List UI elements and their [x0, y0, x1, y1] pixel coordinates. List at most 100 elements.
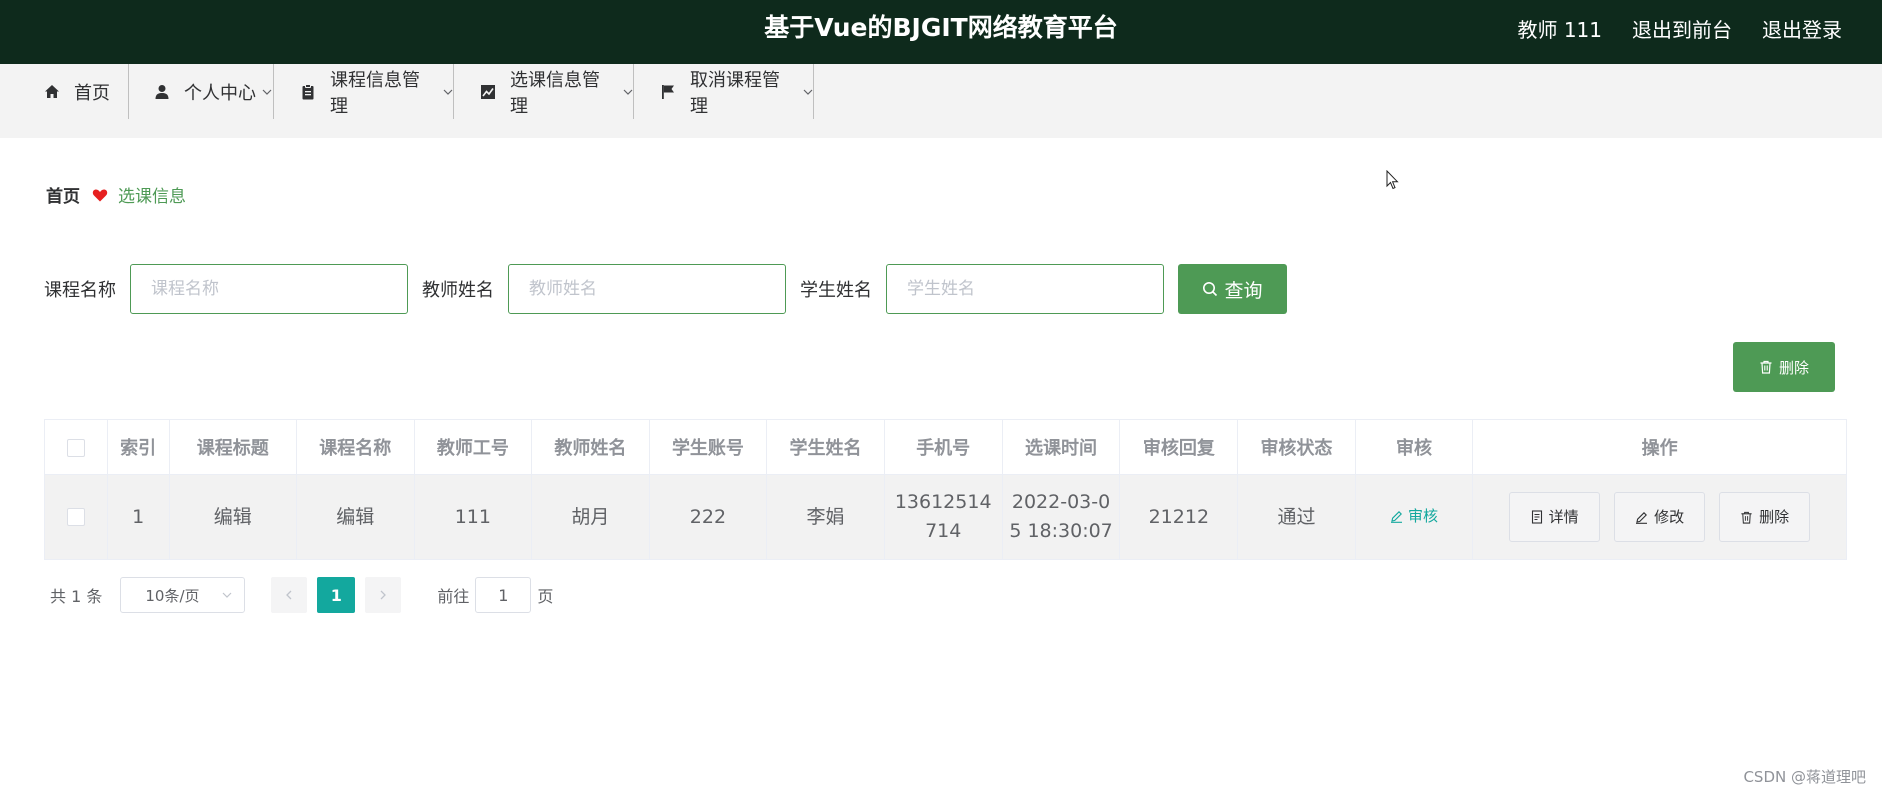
chart-icon	[480, 84, 496, 100]
header-actions: 教师 111 退出到前台 退出登录	[1517, 0, 1842, 56]
chevron-right-icon	[380, 590, 387, 600]
column-header: 教师工号	[413, 419, 533, 475]
chevron-down-icon	[222, 590, 232, 600]
cell-teacher-name: 胡月	[531, 474, 650, 560]
goto-suffix: 页	[537, 587, 554, 606]
prev-page-button[interactable]	[271, 577, 308, 613]
row-checkbox[interactable]	[66, 508, 85, 526]
edit-label: 修改	[1654, 507, 1685, 526]
nav-item-course-info[interactable]: 课程信息管理	[274, 64, 454, 119]
column-header: 审核	[1354, 419, 1474, 475]
audit-button[interactable]: 审核	[1390, 502, 1438, 531]
query-button-label: 查询	[1224, 279, 1263, 302]
time-line-2: 5 18:30:07	[1009, 520, 1113, 542]
column-header: 学生账号	[648, 419, 768, 475]
cell-teacher-id: 111	[413, 474, 533, 560]
teacher-name-input[interactable]	[508, 264, 786, 314]
teacher-name-label: 教师姓名	[422, 280, 494, 301]
pencil-icon	[1635, 511, 1648, 524]
cell-actions: 详情 修改 删除	[1472, 474, 1847, 560]
total-count: 共 1 条	[50, 587, 103, 606]
pagination: 共 1 条 10条/页 1 前往 页	[50, 577, 553, 613]
chevron-down-icon	[443, 87, 453, 97]
cell-selection-time: 2022-03-0 5 18:30:07	[1001, 474, 1121, 560]
column-header: 课程标题	[168, 419, 298, 475]
chevron-down-icon	[262, 87, 272, 97]
flag-icon	[660, 84, 676, 100]
nav-item-selection-info[interactable]: 选课信息管理	[454, 64, 634, 119]
breadcrumb-current: 选课信息	[118, 187, 186, 207]
select-all-checkbox[interactable]	[66, 438, 85, 457]
cell-audit-reply: 21212	[1119, 474, 1239, 560]
edit-button[interactable]: 修改	[1614, 492, 1706, 542]
breadcrumb: 首页 选课信息	[46, 182, 186, 207]
trash-icon	[1759, 360, 1773, 374]
clipboard-icon	[300, 83, 316, 100]
nav-item-personal[interactable]: 个人中心	[130, 64, 274, 119]
detail-button[interactable]: 详情	[1509, 492, 1601, 542]
cell-index: 1	[106, 474, 170, 560]
column-header: 审核状态	[1237, 419, 1356, 475]
mouse-cursor-icon	[1386, 169, 1400, 194]
cell-course-name: 编辑	[296, 474, 415, 560]
chevron-down-icon	[803, 87, 813, 97]
column-header: 选课时间	[1001, 419, 1121, 475]
select-all-cell	[44, 419, 108, 475]
main-nav: 首页 个人中心 课程信息管理 选课信息管理 取消课程管理	[0, 64, 1882, 138]
delete-button[interactable]: 删除	[1719, 492, 1811, 542]
course-name-label: 课程名称	[44, 280, 116, 301]
column-header: 审核回复	[1119, 419, 1239, 475]
phone-line-2: 714	[925, 520, 962, 542]
next-page-button[interactable]	[365, 577, 402, 613]
chevron-left-icon	[286, 590, 292, 600]
row-select-cell	[44, 474, 108, 560]
nav-label: 选课信息管理	[510, 69, 600, 117]
cell-student-name: 李娟	[766, 474, 885, 560]
goto-page-input[interactable]	[475, 577, 532, 613]
course-name-input[interactable]	[130, 264, 408, 314]
student-name-label: 学生姓名	[800, 280, 872, 301]
goto-prefix: 前往	[437, 587, 470, 606]
nav-label: 课程信息管理	[330, 69, 420, 117]
table-header-row: 索引 课程标题 课程名称 教师工号 教师姓名 学生账号 学生姓名 手机号 选课时…	[44, 419, 1847, 475]
column-header: 索引	[106, 419, 170, 475]
user-icon	[154, 84, 170, 100]
pencil-icon	[1390, 510, 1403, 523]
selection-table: 索引 课程标题 课程名称 教师工号 教师姓名 学生账号 学生姓名 手机号 选课时…	[44, 419, 1847, 560]
query-button[interactable]: 查询	[1178, 264, 1287, 314]
chevron-down-icon	[623, 87, 633, 97]
exit-to-front-link[interactable]: 退出到前台	[1632, 14, 1732, 43]
column-header: 教师姓名	[531, 419, 650, 475]
search-bar: 课程名称 教师姓名 学生姓名 查询	[44, 264, 1287, 314]
student-name-input[interactable]	[886, 264, 1164, 314]
page-size-select[interactable]: 10条/页	[120, 577, 246, 613]
trash-icon	[1740, 511, 1753, 524]
cell-course-title: 编辑	[168, 474, 298, 560]
phone-line-1: 13612514	[894, 491, 992, 513]
column-header: 手机号	[883, 419, 1003, 475]
nav-label: 个人中心	[184, 82, 256, 104]
column-header: 操作	[1472, 419, 1847, 475]
audit-label: 审核	[1407, 507, 1438, 525]
home-icon	[44, 84, 60, 100]
nav-item-cancel-course[interactable]: 取消课程管理	[634, 64, 814, 119]
breadcrumb-home[interactable]: 首页	[46, 182, 80, 207]
cell-audit-status: 通过	[1237, 474, 1356, 560]
logout-link[interactable]: 退出登录	[1762, 14, 1842, 43]
cell-audit: 审核	[1354, 474, 1474, 560]
nav-item-home[interactable]: 首页	[44, 64, 129, 119]
page-number-current[interactable]: 1	[317, 577, 356, 613]
batch-delete-label: 删除	[1778, 358, 1809, 377]
time-line-1: 2022-03-0	[1011, 491, 1111, 513]
heart-icon	[92, 187, 108, 203]
search-icon	[1202, 281, 1218, 297]
detail-label: 详情	[1548, 507, 1579, 526]
column-header: 学生姓名	[766, 419, 885, 475]
batch-delete-button[interactable]: 删除	[1733, 342, 1835, 392]
cell-phone: 13612514 714	[883, 474, 1003, 560]
page-size-value: 10条/页	[145, 586, 200, 605]
cell-student-account: 222	[648, 474, 768, 560]
top-header: 基于Vue的BJGIT网络教育平台 教师 111 退出到前台 退出登录	[0, 0, 1882, 64]
nav-label: 首页	[74, 82, 110, 104]
watermark: CSDN @蒋道理吧	[1743, 768, 1866, 786]
